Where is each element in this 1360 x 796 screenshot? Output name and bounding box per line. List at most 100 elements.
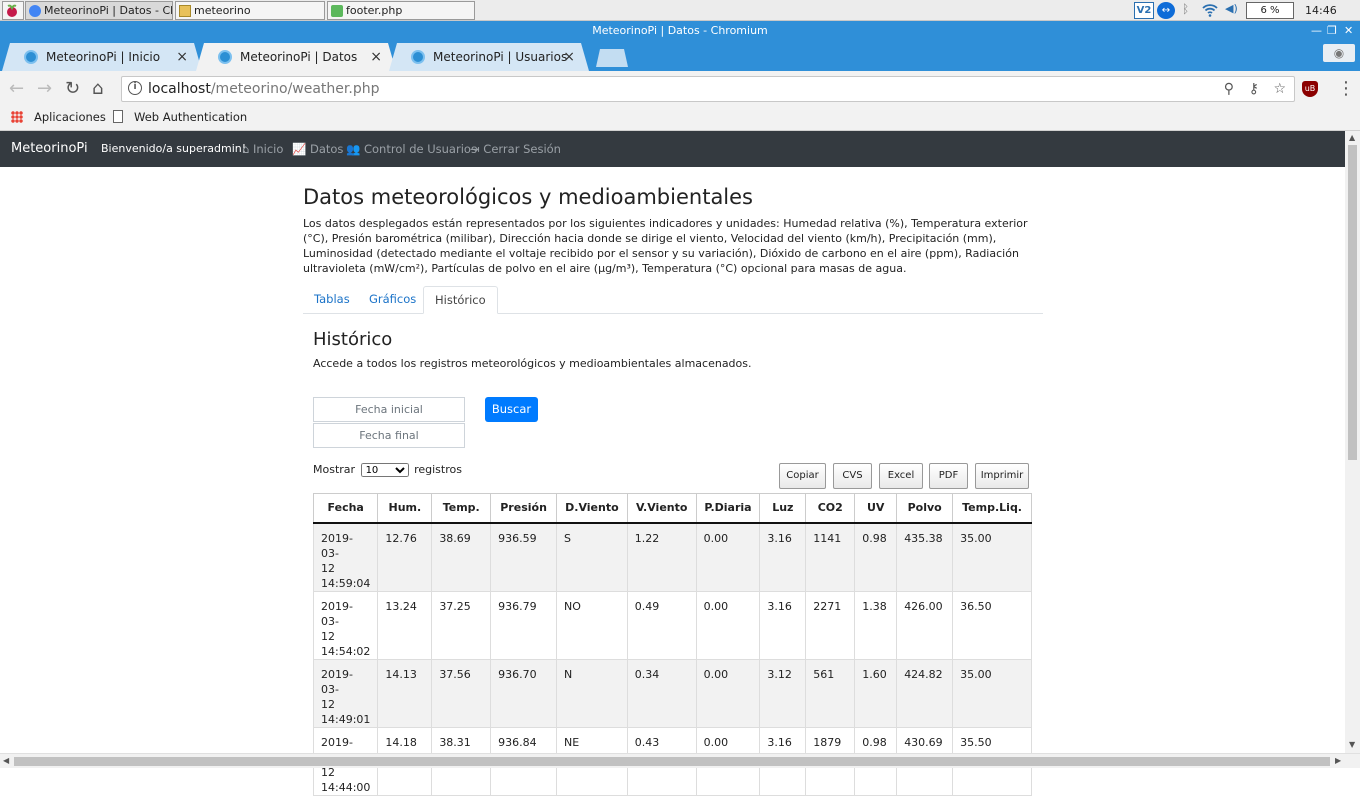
cell-fecha-day: 12 [321,629,335,643]
table-cell: 0.00 [695,658,761,728]
site-brand[interactable]: MeteorinoPi [11,131,88,167]
table-cell: 0.34 [626,658,697,728]
excel-button[interactable]: Excel [879,463,923,489]
scroll-up-icon[interactable]: ▲ [1349,133,1355,142]
column-header-fecha[interactable]: Fecha [312,493,379,524]
column-header-luz[interactable]: Luz [759,493,807,524]
raspberry-menu-icon[interactable] [2,1,24,20]
restore-icon[interactable]: ❐ [1327,21,1337,41]
close-tab-icon[interactable]: × [563,43,575,71]
bookmark-web-authentication[interactable]: Web Authentication [134,107,247,127]
nav-link-datos[interactable]: 📈 Datos [292,131,343,167]
column-header-dviento[interactable]: D.Viento [556,493,628,524]
imprimir-button[interactable]: Imprimir [975,463,1029,489]
page-title: Datos meteorológicos y medioambientales [303,185,754,209]
bookmark-aplicaciones[interactable]: Aplicaciones [34,107,106,127]
table-cell: 38.69 [431,522,492,592]
horizontal-scroll-thumb[interactable] [14,757,1330,766]
scroll-left-icon[interactable]: ◀ [3,756,9,765]
window-title-bar: MeteorinoPi | Datos - Chromium — ❐ ✕ [0,21,1360,41]
cell-fecha-date: 2019-03- [321,531,353,560]
table-cell: 3.12 [759,658,807,728]
nav-link-label: Control de Usuarios [363,142,477,156]
taskbar-item-chromium[interactable]: MeteorinoPi | Datos - Ch... [25,1,173,20]
apps-icon[interactable] [11,111,23,123]
meteorino-favicon-icon [411,50,425,64]
cell-fecha-day: 12 [321,561,335,575]
cell-fecha-time: 14:44:00 [321,780,371,794]
scroll-down-icon[interactable]: ▼ [1349,740,1355,749]
tab-historico[interactable]: Histórico [423,286,498,314]
fecha-final-input[interactable]: Fecha final [313,423,465,448]
forward-icon[interactable]: → [37,79,52,99]
nav-link-inicio[interactable]: ⌂ Inicio [242,131,283,167]
close-tab-icon[interactable]: × [370,43,382,71]
column-header-polvo[interactable]: Polvo [896,493,954,524]
vertical-scroll-thumb[interactable] [1348,145,1357,460]
close-tab-icon[interactable]: × [176,43,188,71]
nav-link-control-usuarios[interactable]: 👥 Control de Usuarios [346,131,477,167]
taskbar-item-label: footer.php [346,4,403,17]
wifi-icon[interactable] [1201,2,1219,19]
menu-icon[interactable]: ⋮ [1337,79,1355,99]
meteorino-favicon-icon [24,50,38,64]
scroll-right-icon[interactable]: ▶ [1335,756,1341,765]
copiar-button[interactable]: Copiar [779,463,826,489]
pdf-button[interactable]: PDF [929,463,968,489]
minimize-icon[interactable]: — [1311,21,1322,41]
browser-tab-usuarios[interactable]: MeteorinoPi | Usuarios × [389,43,589,71]
column-header-co2[interactable]: CO2 [805,493,856,524]
taskbar-item-label: meteorino [194,4,251,17]
browser-tab-inicio[interactable]: MeteorinoPi | Inicio × [2,43,202,71]
horizontal-scrollbar[interactable]: ◀ ▶ [0,753,1360,768]
profile-icon[interactable]: ◉ [1323,44,1355,62]
column-header-temp[interactable]: Temp. [431,493,492,524]
home-icon: ⌂ [242,142,253,156]
close-window-icon[interactable]: ✕ [1344,21,1353,41]
table-cell: 12.76 [377,522,433,592]
column-header-vviento[interactable]: V.Viento [626,493,697,524]
show-suffix: registros [414,463,462,476]
table-cell: 14.13 [377,658,433,728]
back-icon[interactable]: ← [9,79,24,99]
table-cell: 1.22 [626,522,697,592]
vertical-scrollbar[interactable]: ▲ ▼ [1345,131,1360,753]
column-header-presion[interactable]: Presión [490,493,557,524]
cell-fecha: 2019-03- 12 14:59:04 [312,522,379,592]
column-header-uv[interactable]: UV [854,493,898,524]
table-row: 2019-03- 12 14:49:01 14.13 37.56 936.70 N 0.34 0… [312,658,1032,728]
column-header-hum[interactable]: Hum. [377,493,433,524]
historico-heading: Histórico [313,329,393,350]
cell-fecha-day: 12 [321,697,335,711]
tab-tablas[interactable]: Tablas [303,286,361,314]
cvs-button[interactable]: CVS [833,463,872,489]
column-header-templiq[interactable]: Temp.Liq. [952,493,1032,524]
zoom-icon[interactable]: ⚲ [1224,77,1234,101]
page-length-control: Mostrar 10 registros [313,463,462,477]
new-tab-button[interactable] [596,49,628,67]
page-length-select[interactable]: 10 [360,463,409,477]
table-cell: 0.49 [626,590,697,660]
address-bar[interactable]: i localhost/meteorino/weather.php ⚲ ⚷ ☆ [121,76,1295,102]
home-icon[interactable]: ⌂ [92,79,103,99]
cell-fecha: 2019-03- 12 14:54:02 [312,590,379,660]
users-icon: 👥 [346,142,364,156]
volume-icon[interactable]: ◀) [1225,2,1241,19]
column-header-pdiaria[interactable]: P.Diaria [695,493,761,524]
tab-graficos[interactable]: Gráficos [358,286,427,314]
bluetooth-icon[interactable]: ᛒ [1182,2,1192,19]
key-icon[interactable]: ⚷ [1249,77,1259,101]
nav-link-cerrar-sesion[interactable]: ⇥ Cerrar Sesión [470,131,561,167]
taskbar-item-editor[interactable]: footer.php [327,1,475,20]
teamviewer-icon[interactable]: ↔ [1157,2,1175,19]
bookmark-star-icon[interactable]: ☆ [1273,77,1286,101]
buscar-button[interactable]: Buscar [485,397,538,422]
taskbar-item-folder[interactable]: meteorino [175,1,325,20]
fecha-inicial-input[interactable]: Fecha inicial [313,397,465,422]
ublock-icon[interactable]: uB [1302,81,1318,97]
table-cell: 13.24 [377,590,433,660]
browser-tab-datos[interactable]: MeteorinoPi | Datos × [196,43,396,71]
info-icon[interactable]: i [128,81,142,95]
reload-icon[interactable]: ↻ [65,79,80,99]
vnc-icon[interactable]: V2 [1134,2,1154,19]
